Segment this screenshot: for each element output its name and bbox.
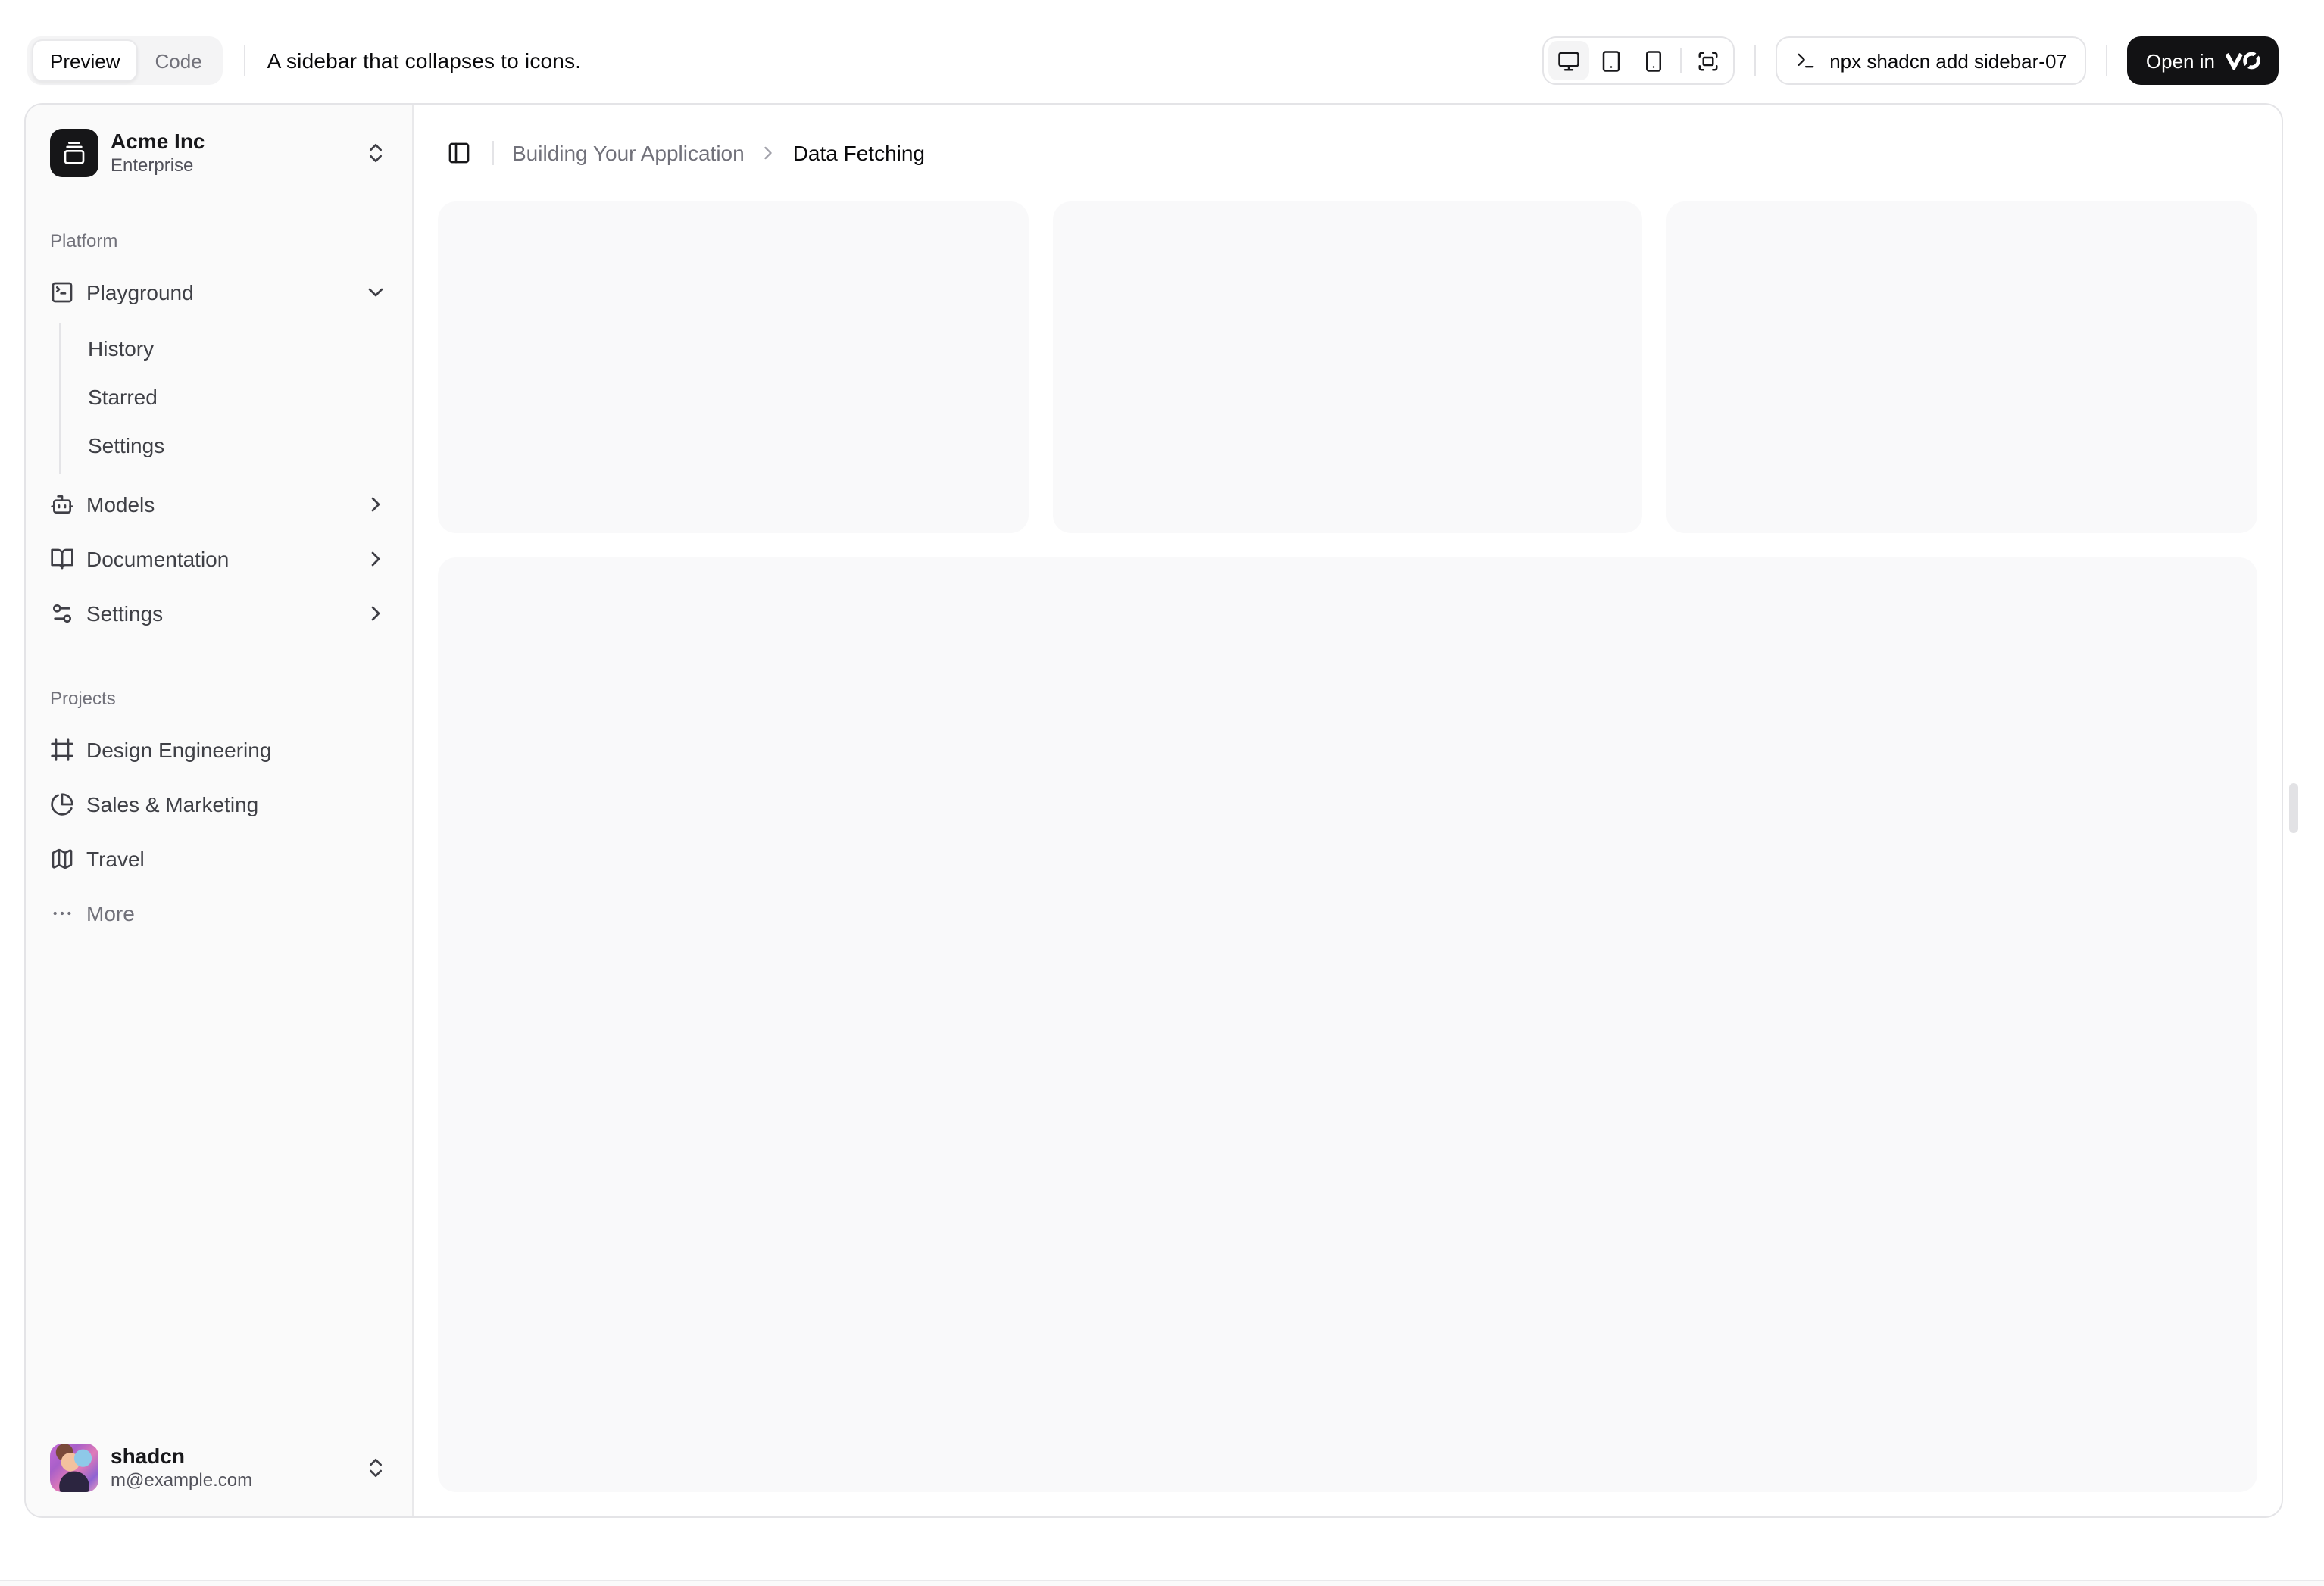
open-in-v0-label: Open in: [2145, 49, 2215, 72]
sidebar-item-label: Playground: [86, 280, 194, 304]
app-sidebar: Acme Inc Enterprise Platform Playground: [26, 105, 414, 1516]
install-command-button[interactable]: npx shadcn add sidebar-07: [1775, 36, 2087, 85]
sidebar-item-label: Sales & Marketing: [86, 792, 259, 816]
sidebar-item-playground[interactable]: Playground: [38, 268, 400, 317]
toolbar-left: Preview Code A sidebar that collapses to…: [27, 36, 581, 85]
placeholder-card: [1666, 201, 2257, 533]
mobile-view-button[interactable]: [1632, 41, 1673, 80]
v0-logo-icon: [2226, 52, 2260, 70]
sidebar-item-travel[interactable]: Travel: [38, 835, 400, 883]
placeholder-panel: [438, 557, 2257, 1492]
viewport-group-separator: [1679, 48, 1682, 73]
ellipsis-icon: [50, 901, 74, 926]
page-scrollbar-thumb[interactable]: [2289, 783, 2298, 833]
placeholder-card-row: [438, 201, 2257, 533]
sliders-icon: [50, 601, 74, 626]
chevron-right-icon: [758, 142, 779, 164]
header-separator: [492, 141, 494, 165]
fullscreen-icon: [1696, 49, 1719, 72]
sidebar-subitem-starred[interactable]: Starred: [76, 376, 400, 418]
gallery-vertical-end-icon: [62, 141, 86, 165]
chevron-right-icon: [364, 492, 388, 517]
user-menu[interactable]: shadcn m@example.com: [38, 1431, 400, 1504]
block-description: A sidebar that collapses to icons.: [267, 48, 582, 73]
frame-icon: [50, 738, 74, 762]
sidebar-item-label: More: [86, 901, 135, 926]
panel-left-icon: [447, 141, 471, 165]
book-open-icon: [50, 547, 74, 571]
content-header: Building Your Application Data Fetching: [414, 105, 2282, 201]
pie-chart-icon: [50, 792, 74, 816]
desktop-view-button[interactable]: [1548, 41, 1589, 80]
toolbar-separator: [1754, 45, 1756, 76]
sidebar-menu: Playground History Starred Settings Mode…: [38, 268, 400, 638]
user-avatar: [50, 1444, 98, 1492]
sidebar-item-label: Models: [86, 492, 155, 517]
tablet-view-button[interactable]: [1590, 41, 1631, 80]
sidebar-item-label: Settings: [86, 601, 164, 626]
smartphone-icon: [1641, 49, 1664, 72]
user-email: m@example.com: [111, 1469, 253, 1491]
chevron-right-icon: [364, 547, 388, 571]
playground-submenu: History Starred Settings: [59, 323, 400, 474]
team-name: Acme Inc: [111, 128, 205, 153]
sidebar-group-platform: Platform Playground History Starred Sett…: [38, 223, 400, 638]
sidebar-item-label: Design Engineering: [86, 738, 272, 762]
breadcrumb: Building Your Application Data Fetching: [512, 141, 925, 165]
sidebar-menu: Design Engineering Sales & Marketing Tra…: [38, 726, 400, 938]
chevron-right-icon: [364, 601, 388, 626]
toolbar-separator: [2106, 45, 2108, 76]
block-preview-page: Preview Code A sidebar that collapses to…: [0, 0, 2324, 1586]
sidebar-subitem-settings[interactable]: Settings: [76, 424, 400, 467]
breadcrumb-current: Data Fetching: [792, 141, 926, 165]
main-content: Building Your Application Data Fetching: [414, 105, 2282, 1516]
team-info: Acme Inc Enterprise: [111, 129, 351, 178]
square-terminal-icon: [50, 280, 74, 304]
user-info: shadcn m@example.com: [111, 1444, 351, 1493]
team-plan: Enterprise: [111, 155, 194, 176]
breadcrumb-parent[interactable]: Building Your Application: [512, 141, 745, 165]
block-preview-frame: Acme Inc Enterprise Platform Playground: [24, 103, 2283, 1518]
map-icon: [50, 847, 74, 871]
monitor-icon: [1557, 49, 1579, 72]
toolbar: Preview Code A sidebar that collapses to…: [0, 0, 2324, 103]
chevrons-up-down-icon: [364, 1456, 388, 1480]
tab-preview[interactable]: Preview: [32, 39, 139, 82]
toolbar-right: npx shadcn add sidebar-07 Open in: [1542, 36, 2279, 85]
viewport-toggle-group: [1542, 36, 1735, 85]
user-name: shadcn: [111, 1443, 186, 1468]
team-logo: [50, 129, 98, 177]
content-body: [414, 201, 2282, 1516]
sidebar-item-design-engineering[interactable]: Design Engineering: [38, 726, 400, 774]
placeholder-card: [1052, 201, 1643, 533]
sidebar-trigger-button[interactable]: [438, 132, 480, 174]
chevrons-up-down-icon: [364, 141, 388, 165]
sidebar-item-documentation[interactable]: Documentation: [38, 535, 400, 583]
sidebar-group-label: Platform: [50, 230, 118, 251]
sidebar-group-projects: Projects Design Engineering Sales & Mark…: [38, 680, 400, 938]
sidebar-item-label: Documentation: [86, 547, 230, 571]
tablet-icon: [1599, 49, 1622, 72]
sidebar-subitem-history[interactable]: History: [76, 327, 400, 370]
sidebar-item-more[interactable]: More: [38, 889, 400, 938]
team-switcher[interactable]: Acme Inc Enterprise: [38, 117, 400, 189]
install-command-text: npx shadcn add sidebar-07: [1829, 49, 2067, 72]
tab-code[interactable]: Code: [139, 41, 219, 80]
terminal-icon: [1795, 50, 1816, 71]
placeholder-card: [438, 201, 1029, 533]
sidebar-item-models[interactable]: Models: [38, 480, 400, 529]
fullscreen-button[interactable]: [1687, 41, 1728, 80]
toolbar-separator: [244, 45, 246, 76]
bot-icon: [50, 492, 74, 517]
sidebar-item-label: Travel: [86, 847, 145, 871]
view-toggle: Preview Code: [27, 36, 223, 85]
chevron-down-icon: [364, 280, 388, 304]
open-in-v0-button[interactable]: Open in: [2127, 36, 2279, 85]
sidebar-item-settings[interactable]: Settings: [38, 589, 400, 638]
sidebar-item-sales-marketing[interactable]: Sales & Marketing: [38, 780, 400, 829]
sidebar-group-label: Projects: [50, 688, 116, 709]
next-section-edge: [0, 1580, 2324, 1586]
